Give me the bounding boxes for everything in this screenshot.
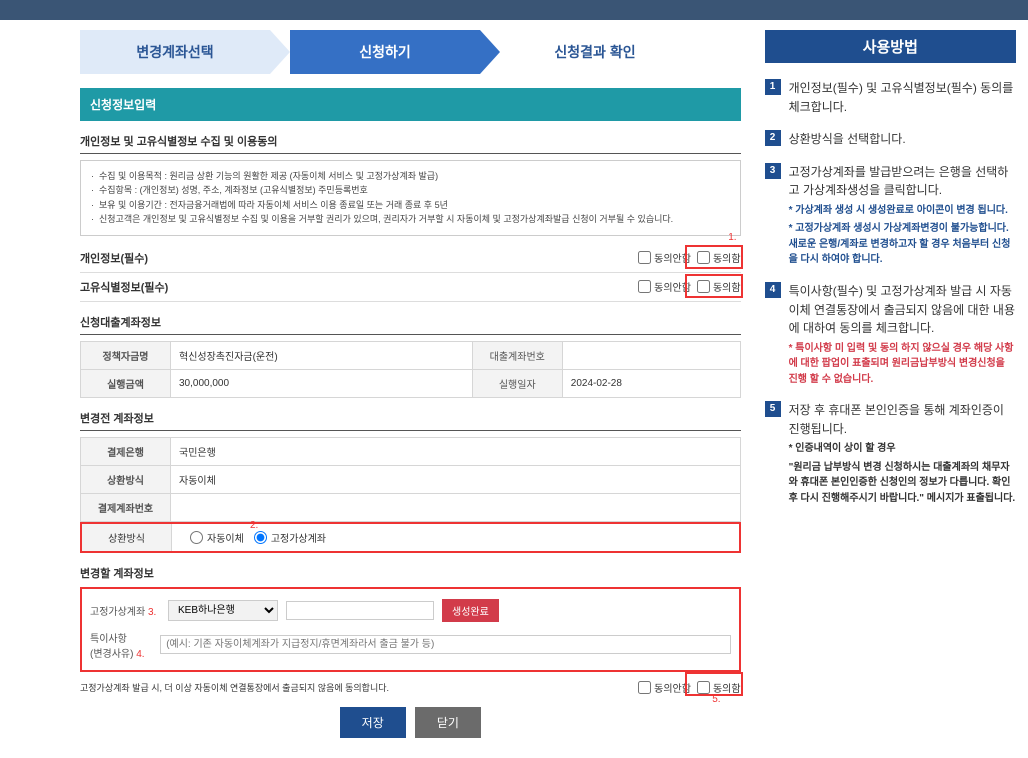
loan-heading: 신청대출계좌정보 (80, 314, 741, 335)
side-item-4: 4 특이사항(필수) 및 고정가상계좌 발급 시 자동이체 연결통장에서 출금되… (765, 282, 1016, 387)
save-button[interactable]: 저장 (340, 707, 406, 738)
side-panel: 사용방법 1 개인정보(필수) 및 고유식별정보(필수) 동의를 체크합니다. … (765, 30, 1016, 738)
consent-personal-no[interactable]: 동의안함 (638, 250, 691, 265)
step-3: 신청결과 확인 (500, 30, 690, 74)
reason-row: 특이사항 (변경사유) 4. (90, 626, 731, 664)
consent-unique-row: 고유식별정보(필수) 동의안함 동의함 (80, 273, 741, 302)
step-nav: 변경계좌선택 신청하기 신청결과 확인 (80, 30, 741, 74)
loan-table: 정책자금명혁신성장촉진자금(운전) 대출계좌번호 실행금액30,000,000 … (80, 341, 741, 398)
virtual-account-input[interactable] (286, 601, 434, 620)
fixed-account-row: 고정가상계좌 3. KEB하나은행 생성완료 (90, 595, 731, 626)
consent-heading: 개인정보 및 고유식별정보 수집 및 이용동의 (80, 133, 741, 154)
consent-infobox: 수집 및 이용목적 : 원리금 상환 기능의 원활한 제공 (자동이체 서비스 … (80, 160, 741, 236)
repay-method-auto[interactable]: 자동이체 (190, 530, 244, 545)
step-2: 신청하기 (290, 30, 480, 74)
consent-fixed-no[interactable]: 동의안함 (638, 680, 691, 695)
generate-button[interactable]: 생성완료 (442, 599, 499, 622)
side-item-2: 2 상환방식을 선택합니다. (765, 130, 1016, 149)
repay-method-row: 상환방식 자동이체 고정가상계좌 (80, 522, 741, 553)
repay-method-fixed[interactable]: 고정가상계좌 (254, 530, 326, 545)
bank-select[interactable]: KEB하나은행 (168, 600, 278, 621)
before-heading: 변경전 계좌정보 (80, 410, 741, 431)
before-table: 결제은행국민은행 상환방식자동이체 결제계좌번호 (80, 437, 741, 522)
side-item-3: 3 고정가상계좌를 발급받으려는 은행을 선택하고 가상계좌생성을 클릭합니다.… (765, 163, 1016, 268)
after-box: 고정가상계좌 3. KEB하나은행 생성완료 특이사항 (변경사유) 4. (80, 587, 741, 672)
main-form: 변경계좌선택 신청하기 신청결과 확인 신청정보입력 개인정보 및 고유식별정보… (80, 30, 741, 738)
consent-unique-no[interactable]: 동의안함 (638, 279, 691, 294)
close-button[interactable]: 닫기 (415, 707, 481, 738)
side-item-5: 5 저장 후 휴대폰 본인인증을 통해 계좌인증이 진행됩니다. * 인증내역이… (765, 401, 1016, 506)
repay-method-label: 상환방식 (82, 524, 172, 551)
consent-fixed-row: 고정가상계좌 발급 시, 더 이상 자동이체 연결통장에서 출금되지 않음에 동… (80, 672, 741, 699)
consent-unique-label: 고유식별정보(필수) (80, 279, 168, 295)
step-1: 변경계좌선택 (80, 30, 270, 74)
consent-fixed-text: 고정가상계좌 발급 시, 더 이상 자동이체 연결통장에서 출금되지 않음에 동… (80, 681, 389, 694)
after-heading: 변경할 계좌정보 (80, 565, 741, 585)
consent-unique-yes[interactable]: 동의함 (697, 279, 741, 294)
consent-personal-label: 개인정보(필수) (80, 250, 148, 266)
section-header: 신청정보입력 (80, 88, 741, 121)
reason-input[interactable] (160, 635, 730, 654)
top-bar (0, 0, 1028, 20)
consent-personal-yes[interactable]: 동의함 (697, 250, 741, 265)
side-item-1: 1 개인정보(필수) 및 고유식별정보(필수) 동의를 체크합니다. (765, 79, 1016, 116)
consent-fixed-yes[interactable]: 동의함 (697, 680, 741, 695)
side-title: 사용방법 (765, 30, 1016, 63)
consent-personal-row: 1. 개인정보(필수) 동의안함 동의함 (80, 244, 741, 273)
